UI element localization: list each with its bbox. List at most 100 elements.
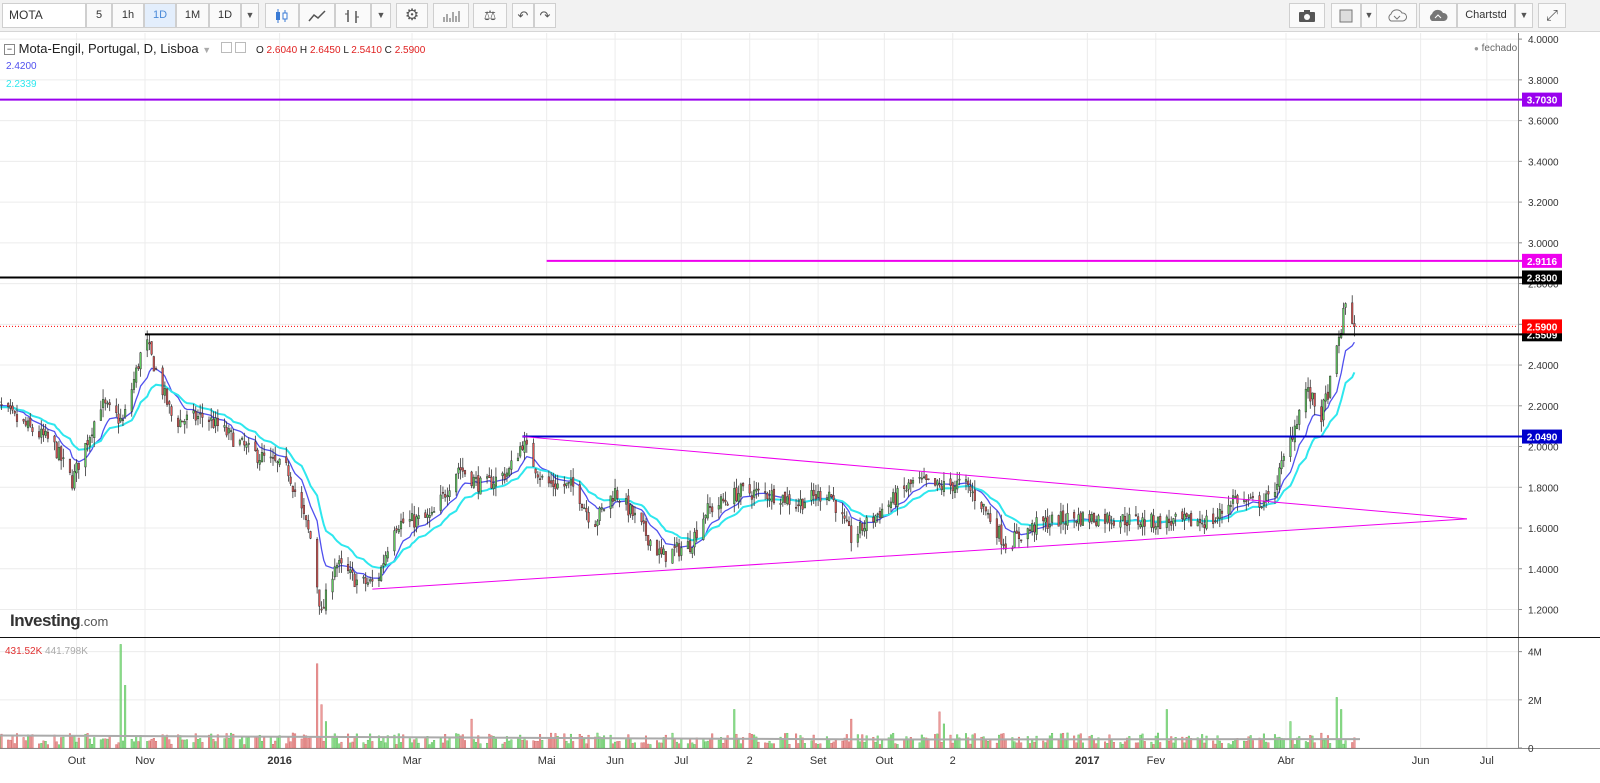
snapshot-button[interactable] <box>1289 3 1325 28</box>
volume-bar <box>199 738 202 749</box>
volume-bar <box>516 736 519 749</box>
volume-bar <box>121 740 124 749</box>
candle <box>1353 315 1356 337</box>
candle-body <box>232 432 235 447</box>
instrument-dropdown-icon[interactable]: ▼ <box>202 45 211 55</box>
eye-icon[interactable] <box>220 42 232 53</box>
candle <box>410 503 414 522</box>
candle-body <box>1143 519 1146 527</box>
template-dropdown[interactable]: ▼ <box>1515 3 1533 28</box>
y-tick-label: 2.2000 <box>1528 402 1559 413</box>
volume-bar <box>693 744 696 749</box>
indicator-button[interactable] <box>299 3 335 28</box>
candle-body <box>1351 302 1354 324</box>
volume-bar <box>230 732 233 749</box>
candle-body <box>384 555 387 565</box>
undo-button[interactable]: ↶ <box>512 3 534 28</box>
candle-body <box>887 504 890 507</box>
volume-value: 431.52K <box>5 646 43 657</box>
candle-body <box>44 430 47 436</box>
interval-1h[interactable]: 1h <box>112 3 144 28</box>
candle-body <box>355 579 358 586</box>
candle <box>1154 523 1157 535</box>
candle <box>232 428 235 447</box>
candle <box>62 448 65 468</box>
candle <box>704 514 707 524</box>
symbol-input[interactable]: MOTA <box>2 3 86 28</box>
candle-body <box>55 442 58 459</box>
compare-button[interactable] <box>335 3 371 28</box>
candle-body <box>448 490 451 497</box>
scale-button[interactable]: ⚖ <box>473 3 507 28</box>
candle <box>779 498 782 515</box>
volume-bar <box>660 742 663 749</box>
volume-bar <box>501 743 504 749</box>
candle-body <box>163 388 166 396</box>
candle <box>1095 515 1098 528</box>
candle <box>9 399 12 415</box>
candle-body <box>1134 514 1137 516</box>
volume-bar <box>1335 697 1338 749</box>
time-axis[interactable]: Out Nov 2016 Mar Mai Jun Jul 2 Set Out 2 2017 Fev Abr… <box>68 755 1494 767</box>
candle <box>803 497 806 509</box>
candle-body <box>148 342 151 345</box>
candle-body <box>371 579 374 582</box>
candle <box>810 482 813 506</box>
volume-bar <box>803 743 806 749</box>
candle-body <box>541 475 544 478</box>
candle-body <box>505 472 508 477</box>
collapse-icon[interactable]: − <box>4 44 15 55</box>
candle-body <box>631 505 634 517</box>
instrument-name: Mota-Engil, Portugal, D, Lisboa <box>18 41 199 56</box>
candle <box>1002 538 1005 550</box>
candle-body <box>803 502 806 509</box>
candle <box>135 364 138 388</box>
candle-body <box>93 421 96 438</box>
chart-template-select[interactable]: Chartstd <box>1457 3 1515 28</box>
candle-body <box>909 479 912 485</box>
interval-1m[interactable]: 1M <box>176 3 209 28</box>
volume-bar <box>1340 709 1343 749</box>
settings-button[interactable]: ⚙ <box>396 3 428 28</box>
interval-5[interactable]: 5 <box>86 3 112 28</box>
candle <box>783 491 787 505</box>
candle-body <box>1028 529 1032 532</box>
candle <box>1212 507 1215 529</box>
volume-bar <box>472 739 475 749</box>
load-button[interactable] <box>1376 3 1417 28</box>
volume-button[interactable] <box>433 3 469 28</box>
price-chart[interactable]: 1.2000 1.4000 1.6000 1.8000 2.0000 2.2000 2.40… <box>0 32 1600 783</box>
interval-dropdown[interactable]: ▼ <box>241 3 259 28</box>
volume-bar <box>845 734 848 749</box>
candle <box>1262 493 1265 511</box>
save-button[interactable] <box>1419 3 1457 28</box>
volume-bar <box>812 734 815 749</box>
candle <box>322 598 325 609</box>
interval-custom[interactable]: 1D <box>209 3 241 28</box>
candle-body <box>783 491 787 503</box>
layout-dropdown[interactable]: ▼ <box>1361 3 1377 28</box>
candle-body <box>395 528 398 531</box>
interval-1d[interactable]: 1D <box>144 3 176 28</box>
settings-small-icon[interactable] <box>235 42 247 53</box>
candle-body <box>1026 528 1029 540</box>
fullscreen-button[interactable]: ⤢ <box>1538 3 1566 28</box>
volume-bar <box>9 739 12 749</box>
candle <box>287 460 290 482</box>
compare-dropdown[interactable]: ▼ <box>371 3 391 28</box>
layout-button[interactable] <box>1331 3 1361 28</box>
candle-body <box>24 420 27 426</box>
volume-bar <box>316 663 319 749</box>
chevron-down-icon: ▼ <box>245 10 255 20</box>
candle-body <box>878 511 881 518</box>
volume-bar <box>1128 736 1131 749</box>
candle <box>819 487 822 511</box>
candle-body <box>1035 517 1038 535</box>
candlestick-button[interactable] <box>265 3 299 28</box>
candle-body <box>757 488 760 491</box>
candle <box>536 471 539 484</box>
low-label: L <box>343 45 349 56</box>
redo-button[interactable]: ↷ <box>534 3 556 28</box>
grid <box>0 33 1518 749</box>
candle-body <box>457 467 460 474</box>
